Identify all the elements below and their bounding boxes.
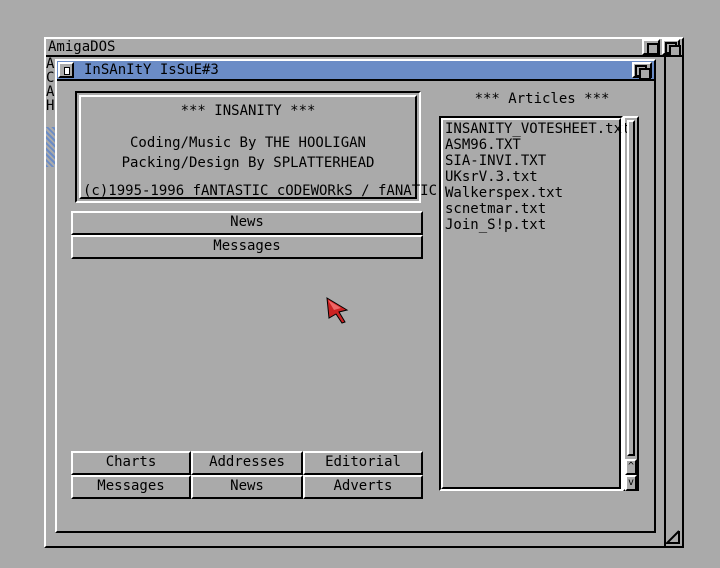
addresses-button[interactable]: Addresses: [191, 451, 303, 475]
articles-heading: *** Articles ***: [474, 91, 610, 107]
back-scrollbar[interactable]: [664, 57, 682, 546]
list-item[interactable]: Join_S!p.txt: [445, 217, 619, 233]
window-titlebar[interactable]: InSAnItY IsSuE#3: [57, 61, 654, 81]
articles-list[interactable]: INSANITY_VOTESHEET.txt ASM96.TXT SIA-INV…: [439, 116, 630, 491]
messages-button[interactable]: Messages: [71, 235, 423, 259]
info-panel: *** INSANITY *** Coding/Music By THE HOO…: [75, 91, 437, 203]
scroll-thumb[interactable]: [627, 120, 635, 456]
close-gadget-icon[interactable]: [58, 62, 74, 78]
resize-gadget-icon[interactable]: [666, 530, 680, 544]
list-item[interactable]: UKsrV.3.txt: [445, 169, 619, 185]
depth-gadget-icon[interactable]: [662, 39, 681, 57]
list-item[interactable]: scnetmar.txt: [445, 201, 619, 217]
scroll-up-icon[interactable]: ^: [625, 459, 637, 475]
insanity-window: InSAnItY IsSuE#3 *** INSANITY *** Coding…: [55, 59, 656, 533]
scroll-down-icon[interactable]: v: [625, 475, 637, 491]
list-item[interactable]: ASM96.TXT: [445, 137, 619, 153]
credits-packing: Packing/Design By SPLATTERHEAD: [121, 155, 375, 171]
credits-coding: Coding/Music By THE HOOLIGAN: [129, 135, 366, 151]
articles-scrollbar[interactable]: ^ v: [623, 116, 639, 491]
news-button-bottom[interactable]: News: [191, 475, 303, 499]
amigados-title: AmigaDOS: [48, 39, 116, 55]
editorial-button[interactable]: Editorial: [303, 451, 423, 475]
amigados-titlebar[interactable]: AmigaDOS: [46, 39, 682, 57]
list-item[interactable]: INSANITY_VOTESHEET.txt: [445, 121, 630, 137]
window-title: InSAnItY IsSuE#3: [84, 62, 219, 78]
zoom-gadget-icon[interactable]: [642, 39, 660, 55]
list-item[interactable]: Walkerspex.txt: [445, 185, 619, 201]
depth-gadget-icon[interactable]: [632, 62, 652, 80]
charts-button[interactable]: Charts: [71, 451, 191, 475]
adverts-button[interactable]: Adverts: [303, 475, 423, 499]
list-item[interactable]: SIA-INVI.TXT: [445, 153, 619, 169]
info-heading: *** INSANITY ***: [180, 103, 316, 119]
copyright: (c)1995-1996 fANTASTIC cODEWORkS / fANAT…: [83, 183, 438, 199]
pointer-icon: [326, 297, 349, 324]
messages-button-bottom[interactable]: Messages: [71, 475, 191, 499]
news-button[interactable]: News: [71, 211, 423, 235]
